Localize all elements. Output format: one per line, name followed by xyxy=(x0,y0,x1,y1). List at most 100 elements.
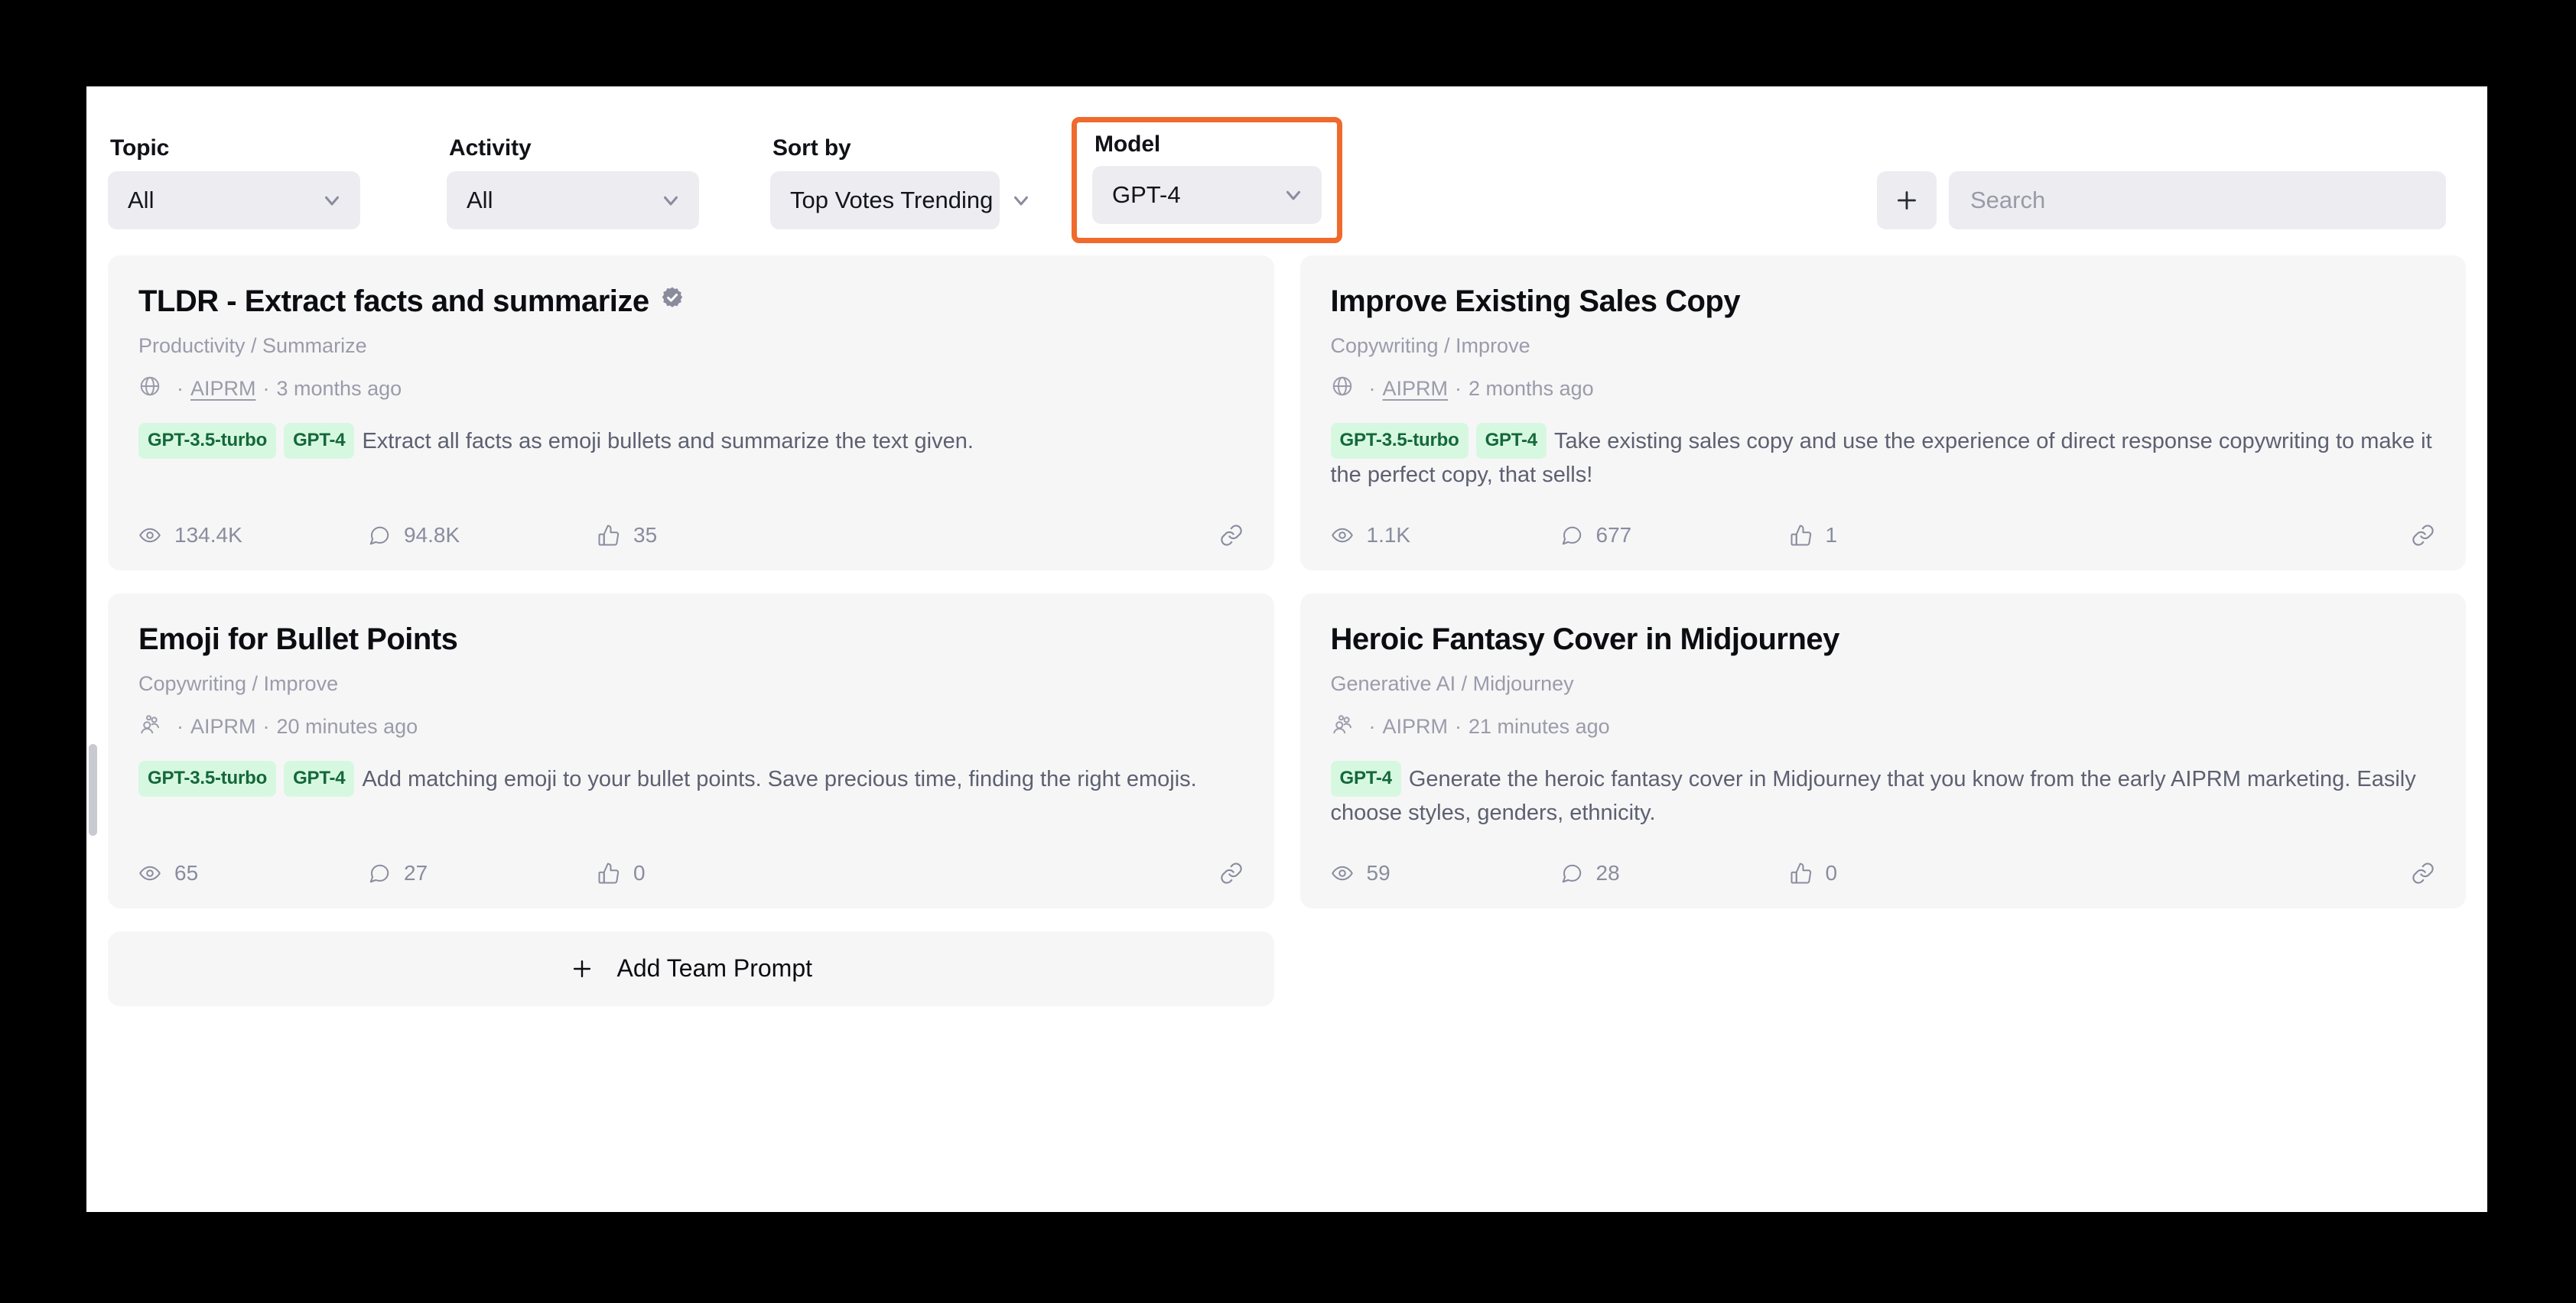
meta-separator: · xyxy=(177,377,184,401)
sort-select-value: Top Votes Trending xyxy=(790,187,994,213)
prompt-card-grid: TLDR - Extract facts and summarize Produ… xyxy=(86,229,2487,908)
views-stat: 1.1K xyxy=(1331,523,1560,548)
chevron-down-icon xyxy=(659,189,682,212)
chevron-down-icon xyxy=(1010,189,1033,212)
model-tag: GPT-4 xyxy=(1330,761,1401,798)
comments-stat: 27 xyxy=(368,861,597,885)
prompt-library-panel: Topic All Activity All Sort by Top Votes… xyxy=(86,86,2487,1212)
prompt-meta: · AIPRM · 20 minutes ago xyxy=(138,713,1244,741)
add-prompt-button[interactable] xyxy=(1877,171,1937,229)
model-tag: GPT-4 xyxy=(284,761,355,798)
prompt-meta: · AIPRM · 2 months ago xyxy=(1331,375,2436,403)
search-field[interactable] xyxy=(1949,171,2446,229)
prompt-card[interactable]: Emoji for Bullet Points Copywriting / Im… xyxy=(108,593,1274,908)
filter-group-sort: Sort by Top Votes Trending xyxy=(770,135,1029,229)
filter-toolbar: Topic All Activity All Sort by Top Votes… xyxy=(86,86,2487,243)
prompt-stats: 59 28 0 xyxy=(1331,830,2436,885)
views-count: 1.1K xyxy=(1366,522,1411,547)
add-row-spacer xyxy=(1300,931,2467,1006)
model-select[interactable]: GPT-4 xyxy=(1092,166,1322,224)
share-button[interactable] xyxy=(2411,523,2435,548)
model-tag: GPT-4 xyxy=(1475,423,1547,460)
views-count: 59 xyxy=(1366,860,1390,885)
plus-icon xyxy=(569,956,595,982)
votes-stat[interactable]: 0 xyxy=(597,861,827,885)
link-icon xyxy=(1219,523,1244,548)
comments-stat: 28 xyxy=(1560,861,1790,885)
votes-stat[interactable]: 35 xyxy=(597,523,827,548)
team-icon xyxy=(138,713,161,741)
votes-stat[interactable]: 1 xyxy=(1790,523,2019,548)
topic-select-value: All xyxy=(128,187,154,213)
votes-count: 35 xyxy=(633,522,658,547)
prompt-title-text: Heroic Fantasy Cover in Midjourney xyxy=(1330,622,1840,656)
prompt-stats: 134.4K 94.8K 35 xyxy=(138,492,1244,548)
comments-count: 677 xyxy=(1595,522,1632,547)
prompt-stats: 65 27 0 xyxy=(138,830,1244,885)
add-team-prompt-row: Add Team Prompt xyxy=(86,908,2487,1006)
meta-separator: · xyxy=(1368,377,1376,401)
prompt-author-link[interactable]: AIPRM xyxy=(1383,377,1449,401)
share-button[interactable] xyxy=(1219,861,1244,885)
share-button[interactable] xyxy=(1219,523,1244,548)
prompt-category: Copywriting / Improve xyxy=(1330,334,1530,357)
prompt-card[interactable]: Improve Existing Sales Copy Copywriting … xyxy=(1299,255,2466,570)
prompt-card-title: TLDR - Extract facts and summarize xyxy=(138,284,1244,318)
prompt-author: AIPRM xyxy=(1382,715,1449,739)
prompt-timestamp: 21 minutes ago xyxy=(1469,715,1610,739)
share-button[interactable] xyxy=(2411,861,2435,885)
prompt-stats: 1.1K 677 1 xyxy=(1331,492,2436,548)
prompt-description-text: Add matching emoji to your bullet points… xyxy=(362,767,1197,792)
prompt-category: Productivity / Summarize xyxy=(138,334,367,357)
model-select-value: GPT-4 xyxy=(1112,181,1181,208)
activity-select-value: All xyxy=(467,187,493,213)
link-icon xyxy=(2411,861,2435,885)
views-stat: 65 xyxy=(138,861,368,885)
views-count: 134.4K xyxy=(174,522,242,547)
globe-icon xyxy=(138,375,161,403)
sort-select[interactable]: Top Votes Trending xyxy=(770,171,1029,229)
prompt-title-text: Emoji for Bullet Points xyxy=(138,622,458,656)
views-count: 65 xyxy=(174,860,199,885)
prompt-description: GPT-3.5-turbo GPT-4 Add matching emoji to … xyxy=(138,761,1244,798)
chevron-down-icon xyxy=(320,189,343,212)
model-tag: GPT-3.5-turbo xyxy=(138,761,277,798)
model-tag: GPT-4 xyxy=(284,423,355,460)
model-tag: GPT-3.5-turbo xyxy=(138,423,277,460)
prompt-category: Copywriting / Improve xyxy=(138,671,339,695)
prompt-title-text: TLDR - Extract facts and summarize xyxy=(138,284,649,318)
prompt-title-text: Improve Existing Sales Copy xyxy=(1330,284,1741,318)
filter-label-activity: Activity xyxy=(449,135,532,161)
verified-badge-icon xyxy=(659,284,685,318)
votes-count: 0 xyxy=(633,860,646,885)
add-team-prompt-button[interactable]: Add Team Prompt xyxy=(108,931,1274,1006)
prompt-author: AIPRM xyxy=(190,715,256,739)
topic-select[interactable]: All xyxy=(108,171,360,229)
prompt-author-link[interactable]: AIPRM xyxy=(190,377,256,401)
comments-stat: 94.8K xyxy=(368,523,597,548)
meta-separator: · xyxy=(262,377,270,401)
link-icon xyxy=(2411,523,2435,548)
votes-count: 0 xyxy=(1825,860,1838,885)
prompt-description-text: Extract all facts as emoji bullets and s… xyxy=(362,429,974,454)
filter-label-sort: Sort by xyxy=(772,135,851,161)
prompt-timestamp: 3 months ago xyxy=(276,377,402,401)
prompt-timestamp: 20 minutes ago xyxy=(276,715,418,739)
prompt-description: GPT-3.5-turbo GPT-4 Take existing sales co… xyxy=(1330,423,2436,492)
vertical-scrollbar-thumb[interactable] xyxy=(89,744,97,836)
prompt-category: Generative AI / Midjourney xyxy=(1330,671,1574,695)
search-input[interactable] xyxy=(1970,187,2425,214)
plus-icon xyxy=(1893,187,1921,214)
meta-separator: · xyxy=(262,715,270,739)
votes-stat[interactable]: 0 xyxy=(1790,861,2019,885)
prompt-timestamp: 2 months ago xyxy=(1469,377,1594,401)
prompt-card[interactable]: TLDR - Extract facts and summarize Produ… xyxy=(108,255,1274,570)
meta-separator: · xyxy=(1455,377,1462,401)
filter-label-model: Model xyxy=(1094,132,1161,157)
prompt-card[interactable]: Heroic Fantasy Cover in Midjourney Gener… xyxy=(1299,593,2466,908)
link-icon xyxy=(1219,861,1244,885)
meta-separator: · xyxy=(1368,715,1376,739)
activity-select[interactable]: All xyxy=(447,171,699,229)
meta-separator: · xyxy=(177,715,184,739)
globe-icon xyxy=(1331,375,1354,403)
